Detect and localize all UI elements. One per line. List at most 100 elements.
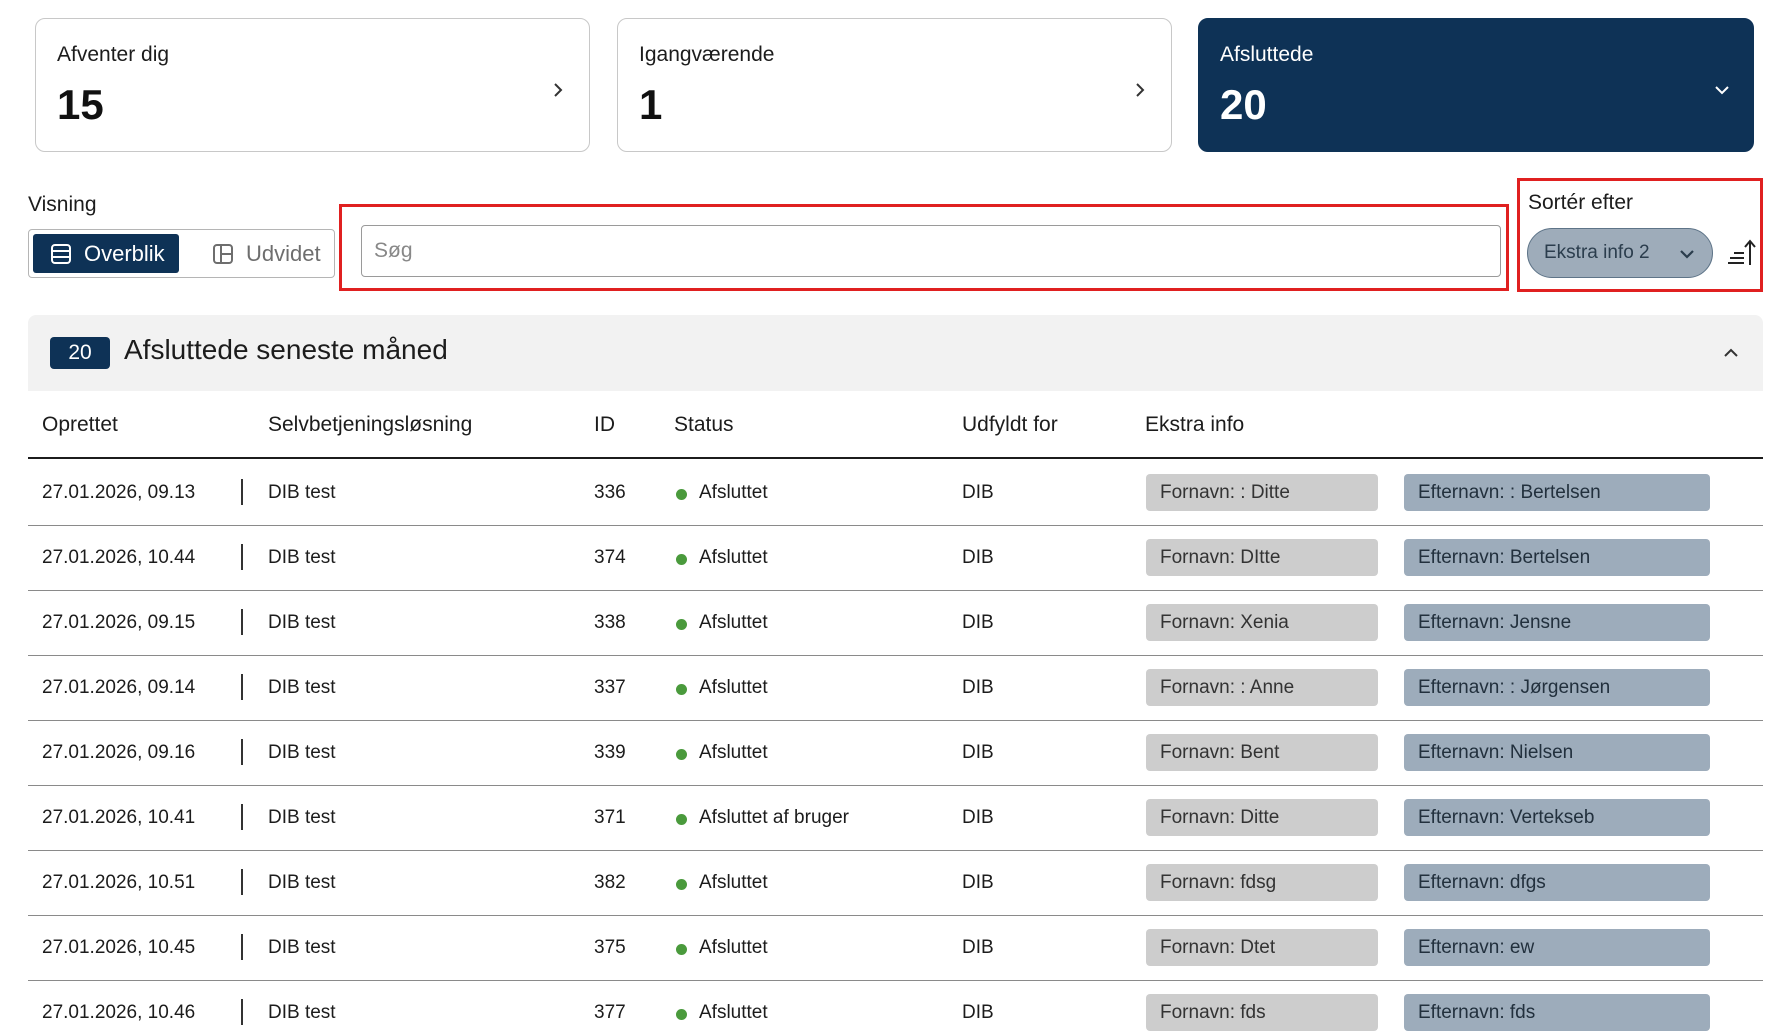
extra-info-tag: Fornavn: : Ditte xyxy=(1146,474,1378,511)
extra-info-tag: Fornavn: fds xyxy=(1146,994,1378,1031)
cell-solution: DIB test xyxy=(268,872,336,893)
extra-info-tag: Efternavn: Vertekseb xyxy=(1404,799,1710,836)
cell-filled-for: DIB xyxy=(962,547,994,568)
extra-info-tag: Efternavn: : Jørgensen xyxy=(1404,669,1710,706)
sort-select[interactable]: Ekstra info 2 xyxy=(1527,228,1713,278)
group-title: Afsluttede seneste måned xyxy=(124,334,448,365)
cell-status: Afsluttet af bruger xyxy=(699,807,849,828)
sort-label: Sortér efter xyxy=(1528,191,1634,214)
sort-selected-value: Ekstra info 2 xyxy=(1544,242,1650,263)
divider xyxy=(241,479,243,505)
cell-solution: DIB test xyxy=(268,807,336,828)
search-input[interactable] xyxy=(361,225,1501,277)
table-row[interactable]: 27.01.2026, 09.15 DIB test 338 Afsluttet DIB… xyxy=(28,591,1763,656)
view-label: Visning xyxy=(28,193,97,216)
cell-id: 371 xyxy=(594,807,626,828)
cell-id: 339 xyxy=(594,742,626,763)
divider xyxy=(241,739,243,765)
cell-filled-for: DIB xyxy=(962,677,994,698)
cell-solution: DIB test xyxy=(268,612,336,633)
cell-filled-for: DIB xyxy=(962,612,994,633)
cell-status: Afsluttet xyxy=(699,547,768,568)
layout-icon xyxy=(213,243,233,264)
chevron-right-icon xyxy=(554,83,563,97)
column-status[interactable]: Status xyxy=(674,413,734,437)
card-count: 20 xyxy=(1220,81,1267,128)
cell-id: 382 xyxy=(594,872,626,893)
table-row[interactable]: 27.01.2026, 10.51 DIB test 382 Afsluttet DIB… xyxy=(28,851,1763,916)
chevron-up-icon xyxy=(1724,348,1738,357)
table-row[interactable]: 27.01.2026, 10.41 DIB test 371 Afsluttet af… xyxy=(28,786,1763,851)
cell-id: 338 xyxy=(594,612,626,633)
table-row[interactable]: 27.01.2026, 10.46 DIB test 377 Afsluttet DIB… xyxy=(28,981,1763,1034)
divider xyxy=(241,934,243,960)
extra-info-tag: Efternavn: Nielsen xyxy=(1404,734,1710,771)
cell-created: 27.01.2026, 09.13 xyxy=(42,482,196,503)
status-dot-icon xyxy=(676,619,687,630)
cell-created: 27.01.2026, 09.14 xyxy=(42,677,196,698)
list-icon xyxy=(51,243,71,264)
table-row[interactable]: 27.01.2026, 09.16 DIB test 339 Afsluttet DIB… xyxy=(28,721,1763,786)
extra-info-tag: Efternavn: fds xyxy=(1404,994,1710,1031)
table-row[interactable]: 27.01.2026, 09.14 DIB test 337 Afsluttet DIB… xyxy=(28,656,1763,721)
divider xyxy=(241,804,243,830)
group-count-badge: 20 xyxy=(50,337,110,369)
card-label: Igangværende xyxy=(639,43,775,66)
card-count: 1 xyxy=(639,81,663,128)
extra-info-tag: Fornavn: Xenia xyxy=(1146,604,1378,641)
column-selvbetjeningslosning[interactable]: Selvbetjeningsløsning xyxy=(268,413,472,437)
card-count: 15 xyxy=(57,81,104,128)
table-row[interactable]: 27.01.2026, 10.44 DIB test 374 Afsluttet DIB… xyxy=(28,526,1763,591)
table-row[interactable]: 27.01.2026, 09.13 DIB test 336 Afsluttet DIB… xyxy=(28,461,1763,526)
cell-status: Afsluttet xyxy=(699,937,768,958)
cell-solution: DIB test xyxy=(268,742,336,763)
divider xyxy=(241,674,243,700)
status-dot-icon xyxy=(676,749,687,760)
column-id[interactable]: ID xyxy=(594,413,615,437)
group-header[interactable]: 20 Afsluttede seneste måned xyxy=(28,315,1763,391)
cell-filled-for: DIB xyxy=(962,742,994,763)
column-udfyldt-for[interactable]: Udfyldt for xyxy=(962,413,1058,437)
table-header: Oprettet Selvbetjeningsløsning ID Status… xyxy=(28,391,1763,459)
view-overblik-label: Overblik xyxy=(84,240,165,266)
card-label: Afventer dig xyxy=(57,43,170,66)
cell-created: 27.01.2026, 10.51 xyxy=(42,872,196,893)
extra-info-tag: Efternavn: Bertelsen xyxy=(1404,539,1710,576)
card-igangvaerende[interactable]: Igangværende 1 xyxy=(617,18,1172,152)
divider xyxy=(241,999,243,1025)
cell-status: Afsluttet xyxy=(699,742,768,763)
extra-info-tag: Fornavn: Bent xyxy=(1146,734,1378,771)
cell-id: 377 xyxy=(594,1002,626,1023)
status-dot-icon xyxy=(676,814,687,825)
cell-created: 27.01.2026, 10.45 xyxy=(42,937,196,958)
view-udvidet-label: Udvidet xyxy=(246,240,321,266)
sort-direction-icon[interactable] xyxy=(1724,237,1756,269)
cell-created: 27.01.2026, 10.41 xyxy=(42,807,196,828)
column-oprettet[interactable]: Oprettet xyxy=(42,413,118,437)
status-dot-icon xyxy=(676,554,687,565)
extra-info-tag: Efternavn: Jensne xyxy=(1404,604,1710,641)
cell-created: 27.01.2026, 09.15 xyxy=(42,612,196,633)
extra-info-tag: Efternavn: : Bertelsen xyxy=(1404,474,1710,511)
cell-filled-for: DIB xyxy=(962,872,994,893)
extra-info-tag: Efternavn: ew xyxy=(1404,929,1710,966)
group-panel: 20 Afsluttede seneste måned Oprettet Sel… xyxy=(28,315,1763,1034)
chevron-down-icon xyxy=(1715,86,1729,95)
cell-created: 27.01.2026, 10.46 xyxy=(42,1002,196,1023)
card-afventer-dig[interactable]: Afventer dig 15 xyxy=(35,18,590,152)
extra-info-tag: Fornavn: Dtet xyxy=(1146,929,1378,966)
cell-status: Afsluttet xyxy=(699,482,768,503)
column-ekstra-info[interactable]: Ekstra info xyxy=(1145,413,1244,437)
table-row[interactable]: 27.01.2026, 10.45 DIB test 375 Afsluttet DIB… xyxy=(28,916,1763,981)
extra-info-tag: Fornavn: DItte xyxy=(1146,539,1378,576)
view-toggle: Overblik Udvidet xyxy=(28,229,335,278)
cell-status: Afsluttet xyxy=(699,1002,768,1023)
cell-created: 27.01.2026, 09.16 xyxy=(42,742,196,763)
cell-id: 375 xyxy=(594,937,626,958)
cell-status: Afsluttet xyxy=(699,612,768,633)
divider xyxy=(241,869,243,895)
card-afsluttede[interactable]: Afsluttede 20 xyxy=(1198,18,1754,152)
view-udvidet-button[interactable]: Udvidet xyxy=(195,234,329,273)
extra-info-tag: Fornavn: fdsg xyxy=(1146,864,1378,901)
view-overblik-button[interactable]: Overblik xyxy=(33,234,179,273)
